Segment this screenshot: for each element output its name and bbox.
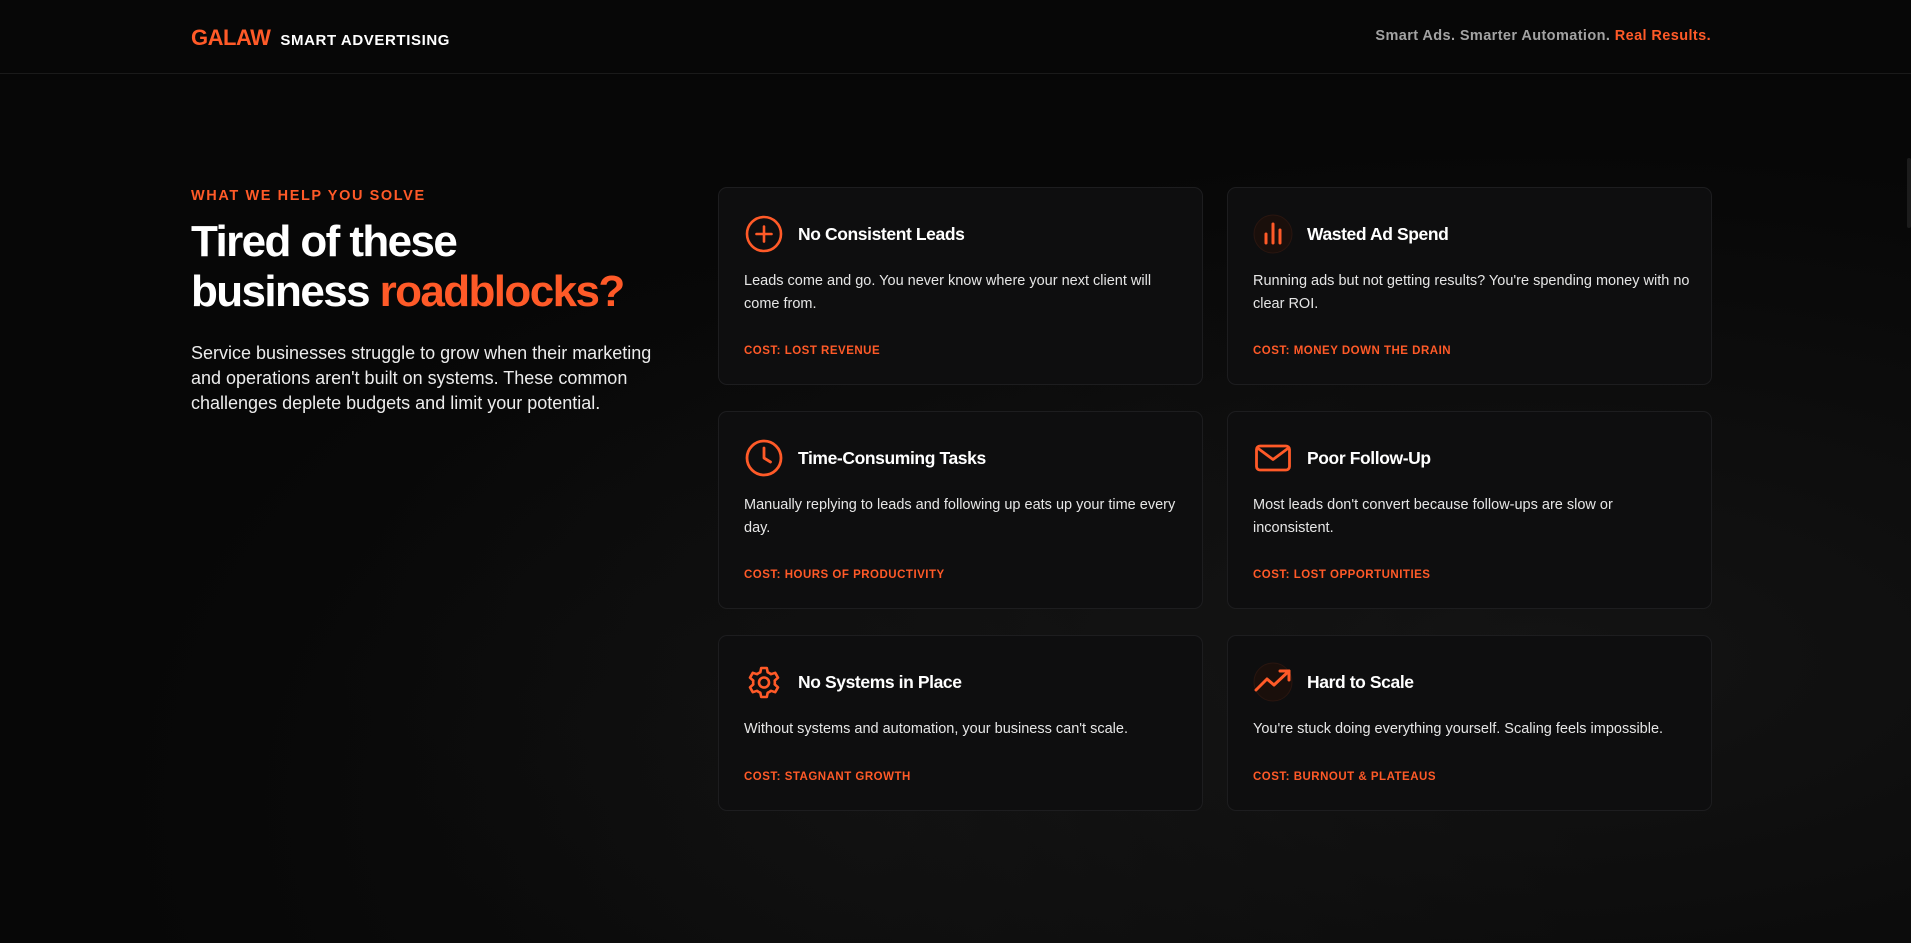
intro-section: WHAT WE HELP YOU SOLVE Tired of these bu… (191, 188, 671, 416)
mail-icon (1253, 438, 1293, 478)
card-description: Without systems and automation, your bus… (744, 721, 1128, 737)
card-description: You're stuck doing everything yourself. … (1253, 721, 1664, 737)
roadblock-card-grid: No Consistent Leads Leads come and go. Y… (718, 187, 1712, 811)
trending-up-icon (1253, 662, 1293, 702)
logo[interactable]: GALAW SMART ADVERTISING (191, 25, 450, 51)
clock-icon (744, 438, 784, 478)
gear-icon (744, 662, 784, 702)
plus-circle-icon (744, 214, 784, 254)
header-tagline: Smart Ads. Smarter Automation. Real Resu… (1375, 28, 1711, 44)
headline-line-2-plain: business (191, 267, 380, 316)
tagline-plain: Smart Ads. Smarter Automation. (1375, 28, 1615, 44)
headline-line-1: Tired of these (191, 217, 458, 266)
card-description: Manually replying to leads and following… (744, 497, 1176, 536)
problem-card-no-consistent-leads: No Consistent Leads Leads come and go. Y… (718, 187, 1203, 385)
headline-accent: roadblocks? (379, 267, 626, 316)
card-description: Leads come and go. You never know where … (744, 273, 1152, 312)
card-title: No Consistent Leads (798, 223, 965, 244)
card-title: Time-Consuming Tasks (798, 447, 986, 468)
section-description: Service businesses struggle to grow when… (191, 343, 652, 413)
section-eyebrow: WHAT WE HELP YOU SOLVE (191, 188, 426, 204)
card-title: Wasted Ad Spend (1307, 223, 1449, 244)
problem-card-hard-to-scale: Hard to Scale You're stuck doing everyth… (1227, 635, 1712, 811)
scrollbar-thumb[interactable] (1907, 158, 1911, 228)
problem-card-time-consuming-tasks: Time-Consuming Tasks Manually replying t… (718, 411, 1203, 609)
card-title: No Systems in Place (798, 671, 962, 692)
problem-card-poor-follow-up: Poor Follow-Up Most leads don't convert … (1227, 411, 1712, 609)
card-cost: COST: MONEY DOWN THE DRAIN (1253, 345, 1452, 357)
card-cost: COST: HOURS OF PRODUCTIVITY (744, 569, 945, 581)
card-cost: COST: LOST REVENUE (744, 345, 881, 357)
logo-mark: GALAW (191, 25, 271, 50)
logo-subtitle: SMART ADVERTISING (280, 32, 451, 49)
bar-chart-icon (1253, 214, 1293, 254)
section-headline: Tired of these business roadblocks? (191, 217, 671, 317)
card-cost: COST: STAGNANT GROWTH (744, 771, 911, 783)
card-description: Most leads don't convert because follow-… (1253, 497, 1613, 536)
tagline-accent: Real Results. (1614, 28, 1711, 44)
card-title: Poor Follow-Up (1307, 447, 1431, 468)
card-title: Hard to Scale (1307, 671, 1414, 692)
card-description: Running ads but not getting results? You… (1253, 273, 1690, 312)
card-cost: COST: LOST OPPORTUNITIES (1253, 569, 1431, 581)
problem-card-wasted-ad-spend: Wasted Ad Spend Running ads but not gett… (1227, 187, 1712, 385)
card-cost: COST: BURNOUT & PLATEAUS (1253, 771, 1437, 783)
problem-card-no-systems-in-place: No Systems in Place Without systems and … (718, 635, 1203, 811)
site-header: GALAW SMART ADVERTISING Smart Ads. Smart… (0, 0, 1911, 74)
